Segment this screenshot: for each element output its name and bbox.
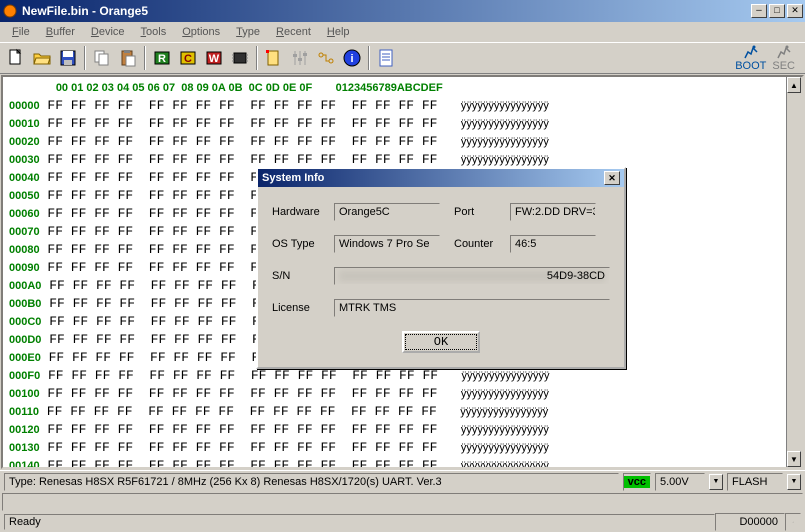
window-title: NewFile.bin - Orange5: [22, 4, 751, 18]
copy-button[interactable]: [90, 46, 114, 70]
boot-button[interactable]: BOOT: [735, 44, 766, 72]
license-field: MTRK TMS: [334, 299, 610, 317]
chip-c-button[interactable]: C: [176, 46, 200, 70]
menu-device[interactable]: Device: [83, 24, 133, 40]
sliders-icon[interactable]: [288, 46, 312, 70]
port-label: Port: [454, 206, 504, 218]
svg-text:i: i: [350, 53, 353, 65]
scroll-up-button[interactable]: ▲: [787, 77, 801, 93]
toolbar: R C W i BOOT SEC: [0, 42, 805, 74]
sn-field: XXXXXXXXXXXXXXXXXXXX 54D9-38CD: [334, 267, 610, 285]
status-ready: Ready: [4, 514, 715, 530]
close-button[interactable]: ✕: [787, 4, 803, 18]
app-icon: [2, 3, 18, 19]
vcc-dropdown-button[interactable]: ▼: [709, 474, 723, 490]
maximize-button[interactable]: □: [769, 4, 785, 18]
scroll-down-button[interactable]: ▼: [787, 451, 801, 467]
vcc-value: 5.00V: [655, 473, 705, 491]
dialog-titlebar[interactable]: System Info ✕: [258, 169, 624, 187]
menu-tools[interactable]: Tools: [133, 24, 175, 40]
hardware-field: Orange5C: [334, 203, 440, 221]
new-file-button[interactable]: [4, 46, 28, 70]
menu-file[interactable]: File: [4, 24, 38, 40]
hardware-label: Hardware: [272, 206, 328, 218]
connection-icon[interactable]: [314, 46, 338, 70]
menu-recent[interactable]: Recent: [268, 24, 319, 40]
open-file-button[interactable]: [30, 46, 54, 70]
os-field: Windows 7 Pro Se: [334, 235, 440, 253]
license-label: License: [272, 302, 328, 314]
menu-help[interactable]: Help: [319, 24, 358, 40]
save-file-button[interactable]: [56, 46, 80, 70]
sec-button[interactable]: SEC: [772, 44, 795, 72]
port-field: FW:2.DD DRV=3: [510, 203, 596, 221]
paste-button[interactable]: [116, 46, 140, 70]
status-spacer: [2, 493, 803, 511]
os-label: OS Type: [272, 238, 328, 250]
status-bar-bottom: Ready D00000: [0, 512, 805, 532]
svg-text:W: W: [209, 53, 220, 65]
counter-field: 46:5: [510, 235, 596, 253]
mode-value: FLASH: [727, 473, 783, 491]
chip-w-button[interactable]: W: [202, 46, 226, 70]
svg-text:R: R: [158, 53, 166, 65]
menu-type[interactable]: Type: [228, 24, 268, 40]
resize-grip[interactable]: [785, 513, 801, 531]
chip-r-button[interactable]: R: [150, 46, 174, 70]
dialog-title: System Info: [262, 172, 324, 184]
system-info-dialog: System Info ✕ Hardware Orange5C Port FW:…: [256, 167, 626, 369]
type-info: Type: Renesas H8SX R5F61721 / 8MHz (256 …: [4, 473, 619, 491]
vertical-scrollbar[interactable]: ▲ ▼: [786, 77, 802, 467]
menu-buffer[interactable]: Buffer: [38, 24, 83, 40]
status-address: D00000: [715, 513, 785, 531]
document-button[interactable]: [374, 46, 398, 70]
counter-label: Counter: [454, 238, 504, 250]
menu-options[interactable]: Options: [174, 24, 228, 40]
dialog-close-button[interactable]: ✕: [604, 171, 620, 185]
titlebar: NewFile.bin - Orange5 ─ □ ✕: [0, 0, 805, 22]
info-button[interactable]: i: [340, 46, 364, 70]
chip-button[interactable]: [228, 46, 252, 70]
vcc-badge: vcc: [624, 476, 650, 488]
options-button[interactable]: [262, 46, 286, 70]
minimize-button[interactable]: ─: [751, 4, 767, 18]
svg-text:C: C: [184, 53, 192, 65]
menubar: FileBufferDeviceToolsOptionsTypeRecentHe…: [0, 22, 805, 42]
sn-label: S/N: [272, 270, 328, 282]
ok-button[interactable]: OK: [402, 331, 480, 353]
status-bar-type: Type: Renesas H8SX R5F61721 / 8MHz (256 …: [0, 470, 805, 492]
mode-dropdown-button[interactable]: ▼: [787, 474, 801, 490]
